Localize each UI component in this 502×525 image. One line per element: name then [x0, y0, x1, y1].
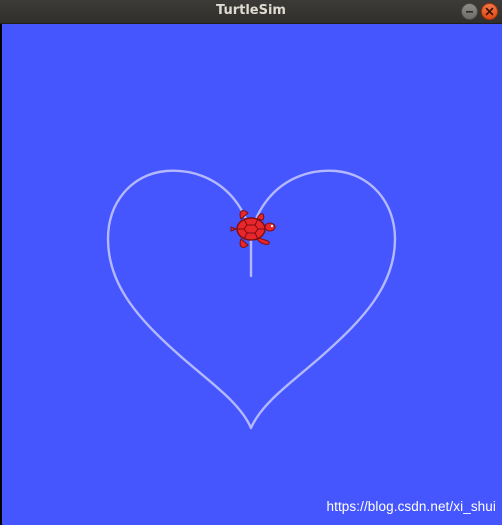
close-button[interactable] — [481, 3, 498, 20]
turtle-canvas[interactable]: https://blog.csdn.net/xi_shui — [2, 24, 502, 525]
minimize-button[interactable] — [461, 3, 478, 20]
window-title: TurtleSim — [216, 3, 286, 18]
close-icon — [485, 7, 494, 16]
watermark-text: https://blog.csdn.net/xi_shui — [326, 499, 496, 514]
turtle-icon — [230, 210, 276, 248]
minimize-icon — [466, 11, 473, 13]
turtlesim-window: TurtleSim https://blog.csdn.net/xi_shui — [0, 0, 502, 525]
title-bar[interactable]: TurtleSim — [0, 0, 502, 24]
heart-trail — [106, 169, 397, 430]
drawing-surface — [106, 169, 397, 430]
